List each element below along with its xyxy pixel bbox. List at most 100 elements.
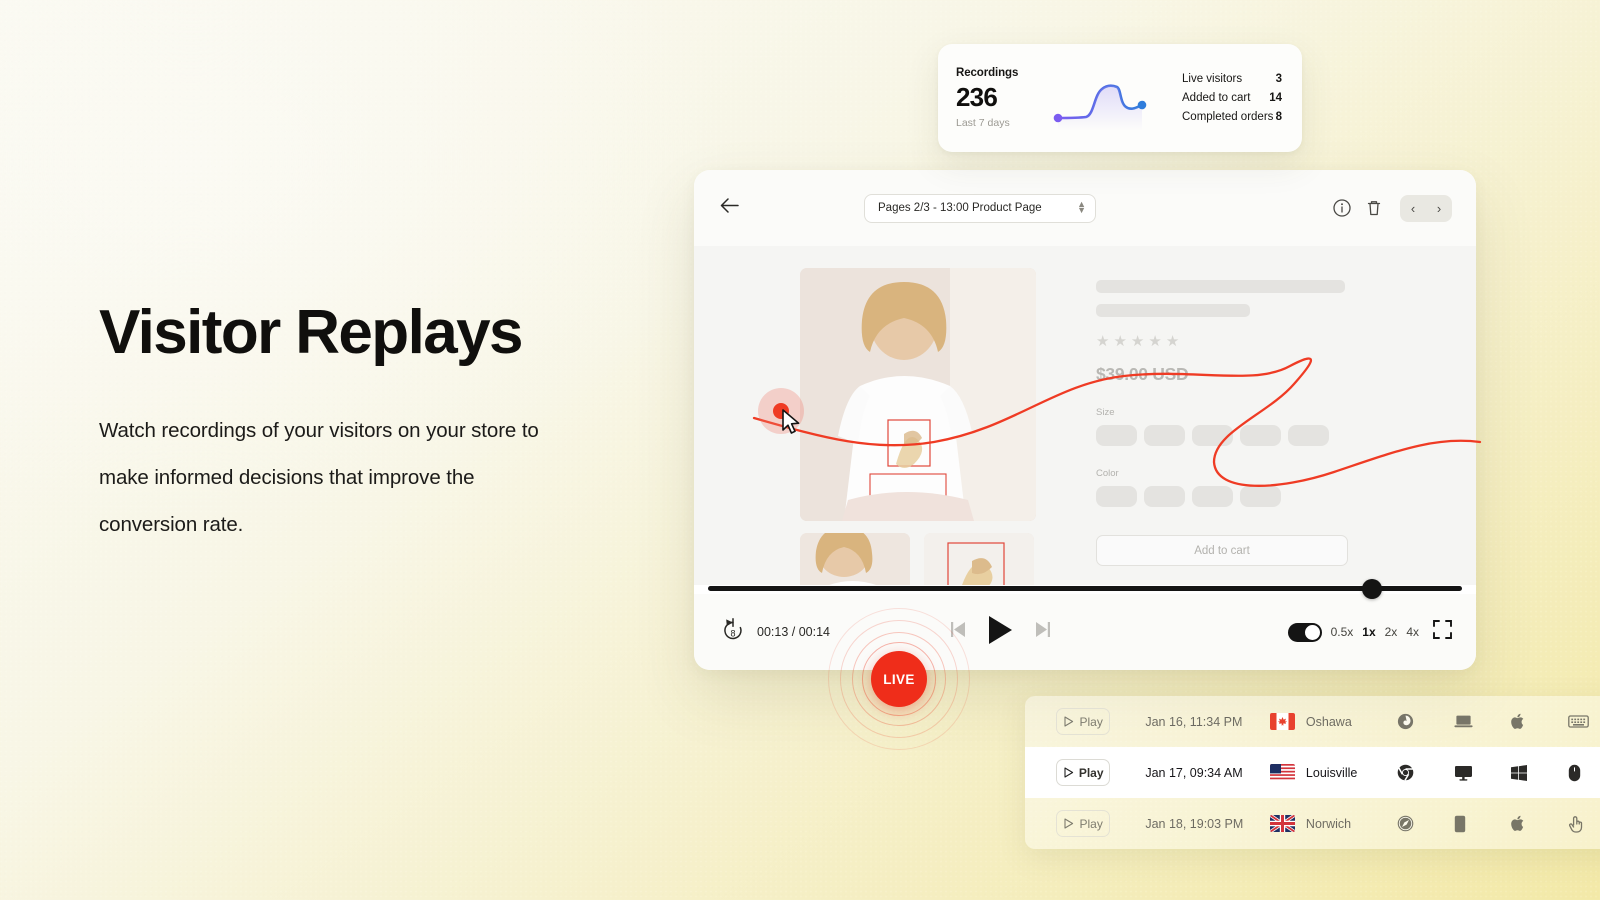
size-label: Size [1096, 407, 1115, 418]
metrics-list: Live visitors 3 Added to cart 14 Complet… [1164, 69, 1282, 127]
safari-icon [1397, 815, 1454, 832]
recordings-label: Recordings [956, 67, 1019, 79]
playback-progress-bar[interactable] [694, 579, 1476, 599]
star-icon: ★ [1165, 333, 1180, 350]
desktop-icon [1454, 765, 1511, 781]
star-icon: ★ [1148, 333, 1162, 350]
size-options [1096, 425, 1376, 446]
chrome-icon [1397, 764, 1454, 781]
recordings-sparkline-chart [1050, 61, 1158, 135]
back-arrow-icon[interactable] [720, 197, 746, 219]
info-icon[interactable] [1332, 198, 1352, 218]
live-indicator: LIVE [828, 608, 970, 750]
player-header: Pages 2/3 - 13:00 Product Page ▲ ▼ ‹ › [694, 170, 1476, 246]
flag-icon-united-kingdom [1269, 815, 1295, 832]
metric-row: Added to cart 14 [1182, 88, 1282, 107]
recording-city: Norwich [1305, 816, 1352, 831]
recording-city: Oshawa [1305, 714, 1352, 729]
page-nav-buttons: ‹ › [1400, 194, 1452, 222]
metric-value: 3 [1275, 72, 1282, 85]
metric-row: Live visitors 3 [1182, 69, 1282, 88]
color-option[interactable] [1144, 486, 1185, 507]
speed-option-1[interactable]: 1x [1362, 625, 1375, 639]
product-subtitle-placeholder [1096, 304, 1250, 317]
recordings-period: Last 7 days [956, 117, 1010, 129]
color-option[interactable] [1240, 486, 1281, 507]
page-selector-label: Pages 2/3 - 13:00 Product Page [878, 202, 1042, 214]
apple-icon [1511, 713, 1568, 730]
svg-text:8: 8 [730, 628, 735, 638]
product-details: ★ ★ ★ ★ ★ $39.00 USD Size Color Add to c… [1086, 268, 1476, 585]
page-selector-dropdown[interactable]: Pages 2/3 - 13:00 Product Page ▲ ▼ [864, 193, 1096, 223]
flag-icon-canada [1269, 713, 1295, 730]
table-row[interactable]: Play Jan 18, 19:03 PM Norwich [1025, 798, 1600, 849]
mobile-icon [1454, 815, 1511, 833]
thumbnail-1[interactable] [800, 533, 910, 585]
keyboard-icon [1568, 714, 1600, 729]
metric-value: 14 [1269, 92, 1282, 104]
player-header-actions: ‹ › [1332, 194, 1452, 222]
recording-meta-icons [1397, 713, 1600, 730]
recordings-stats-card: Recordings 236 Last 7 days Live visitors… [938, 44, 1302, 152]
play-recording-button[interactable]: Play [1056, 810, 1111, 837]
skip-inactivity-toggle[interactable] [1287, 622, 1322, 642]
mouse-cursor-icon [781, 409, 803, 440]
replay-viewport: ★ ★ ★ ★ ★ $39.00 USD Size Color Add to c… [694, 246, 1476, 585]
play-triangle-icon [1064, 767, 1073, 778]
size-option[interactable] [1144, 425, 1185, 446]
play-label: Play [1078, 765, 1104, 780]
chevron-updown-icon: ▲ ▼ [1077, 199, 1086, 215]
product-title-placeholder [1096, 280, 1345, 293]
play-label: Play [1079, 816, 1103, 831]
progress-scrubber[interactable] [1361, 579, 1382, 599]
trash-icon[interactable] [1364, 198, 1384, 218]
table-row[interactable]: Play Jan 16, 11:34 PM Oshawa [1025, 696, 1600, 747]
color-options [1096, 486, 1376, 507]
recording-date: Jan 18, 19:03 PM [1145, 816, 1244, 831]
color-option[interactable] [1096, 486, 1137, 507]
next-page-button[interactable]: › [1426, 195, 1452, 222]
metric-value: 8 [1275, 111, 1282, 124]
hero-description: Watch recordings of your visitors on you… [99, 418, 539, 536]
play-label: Play [1079, 714, 1103, 729]
add-to-cart-button[interactable]: Add to cart [1096, 535, 1348, 566]
play-triangle-icon [1064, 818, 1074, 829]
progress-track [708, 586, 1462, 591]
flag-icon-united-states [1269, 764, 1295, 781]
live-badge-label: LIVE [871, 651, 927, 707]
star-icon: ★ [1113, 333, 1127, 350]
size-option[interactable] [1096, 425, 1137, 446]
size-option[interactable] [1288, 425, 1329, 446]
laptop-icon [1454, 714, 1511, 729]
metric-label: Added to cart [1182, 92, 1251, 104]
recording-date: Jan 16, 11:34 PM [1145, 714, 1243, 729]
play-recording-button[interactable]: Play [1056, 759, 1111, 786]
session-replay-player: Pages 2/3 - 13:00 Product Page ▲ ▼ ‹ › ★… [694, 170, 1476, 670]
recording-city: Louisville [1305, 765, 1358, 780]
table-row[interactable]: Play Jan 17, 09:34 AM Louisville [1025, 747, 1600, 798]
play-button[interactable] [987, 615, 1014, 650]
rewind-8s-button[interactable]: 8 [720, 617, 746, 648]
size-option[interactable] [1192, 425, 1233, 446]
color-label: Color [1096, 468, 1119, 479]
next-button[interactable] [1032, 619, 1053, 645]
product-gallery [694, 268, 1086, 585]
fullscreen-icon[interactable] [1433, 620, 1452, 644]
speed-option-3[interactable]: 4x [1406, 625, 1419, 639]
product-price: $39.00 USD [1096, 364, 1189, 384]
prev-page-button[interactable]: ‹ [1400, 195, 1426, 222]
recording-meta-icons [1397, 764, 1600, 782]
mouse-icon [1568, 764, 1600, 782]
color-option[interactable] [1192, 486, 1233, 507]
metric-row: Completed orders 8 [1182, 108, 1282, 127]
touch-icon [1568, 815, 1600, 833]
thumbnail-2[interactable] [924, 533, 1034, 585]
speed-option-0[interactable]: 0.5x [1331, 625, 1354, 639]
speed-option-2[interactable]: 2x [1385, 625, 1398, 639]
play-recording-button[interactable]: Play [1056, 708, 1111, 735]
product-main-image [800, 268, 1036, 521]
apple-icon [1511, 815, 1568, 832]
size-option[interactable] [1240, 425, 1281, 446]
recordings-summary: Recordings 236 Last 7 days [956, 67, 1048, 129]
recordings-list: Play Jan 16, 11:34 PM Oshawa Play Jan 17… [1025, 696, 1600, 849]
